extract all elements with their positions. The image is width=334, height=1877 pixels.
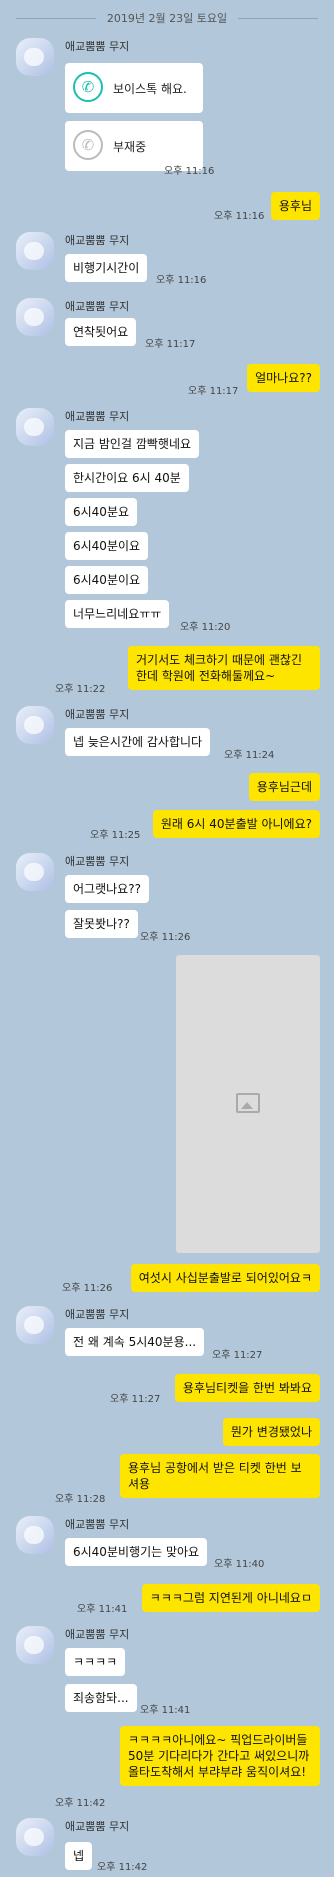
- incoming-message[interactable]: 비행기시간이: [65, 254, 148, 282]
- chat-window: 2019년 2월 23일 토요일 애교뿜뿜 무지 ✆ 보이스톡 해요. ✆ 부재…: [0, 0, 334, 1877]
- outgoing-message[interactable]: ㅋㅋㅋ그럼 지연된게 아니네요ㅁ: [141, 1584, 320, 1612]
- sender-name: 애교뿜뿜 무지: [65, 1308, 130, 1321]
- incoming-message[interactable]: 어그랫나요??: [65, 875, 149, 903]
- message-time: 오후 11:17: [145, 339, 196, 350]
- message-time: 오후 11:42: [97, 1862, 148, 1873]
- incoming-message[interactable]: 넵 늦은시간에 감사합니다: [65, 728, 211, 756]
- avatar[interactable]: [16, 1306, 54, 1344]
- avatar[interactable]: [16, 1516, 54, 1554]
- outgoing-message[interactable]: ㅋㅋㅋㅋ아니에요~ 픽업드라이버들 50분 기다리다가 간다고 써있으니까 올타…: [120, 1726, 320, 1786]
- avatar[interactable]: [16, 1818, 54, 1856]
- message-time: 오후 11:27: [110, 1394, 161, 1405]
- message-time: 오후 11:28: [55, 1494, 106, 1505]
- message-time: 오후 11:20: [180, 622, 231, 633]
- avatar[interactable]: [16, 298, 54, 336]
- incoming-message[interactable]: ㅋㅋㅋㅋ: [65, 1648, 126, 1676]
- sender-name: 애교뿜뿜 무지: [65, 1518, 130, 1531]
- incoming-message[interactable]: 한시간이요 6시 40분: [65, 464, 189, 492]
- message-time: 오후 11:42: [55, 1798, 106, 1809]
- avatar[interactable]: [16, 1626, 54, 1664]
- sender-name: 애교뿜뿜 무지: [65, 410, 130, 423]
- outgoing-message[interactable]: 얼마나요??: [247, 364, 320, 392]
- sender-name: 애교뿜뿜 무지: [65, 234, 130, 247]
- incoming-message[interactable]: 잘못봣나??: [65, 910, 138, 938]
- incoming-message[interactable]: 6시40분요: [65, 498, 138, 526]
- avatar[interactable]: [16, 853, 54, 891]
- message-time: 오후 11:41: [77, 1604, 128, 1615]
- incoming-message[interactable]: 죄송함돠...: [65, 1684, 137, 1712]
- message-time: 오후 11:25: [90, 830, 141, 841]
- outgoing-message[interactable]: 용후님 공항에서 받은 티켓 한번 보셔용: [120, 1454, 320, 1498]
- missed-phone-icon: ✆: [73, 130, 103, 160]
- sender-name: 애교뿜뿜 무지: [65, 1628, 130, 1641]
- avatar[interactable]: [16, 232, 54, 270]
- avatar[interactable]: [16, 38, 54, 76]
- image-placeholder-icon: [236, 1093, 260, 1113]
- message-time: 오후 11:16: [214, 211, 265, 222]
- phone-icon: ✆: [73, 72, 103, 102]
- incoming-message[interactable]: 너무느리네요ㅠㅠ: [65, 600, 170, 628]
- outgoing-message[interactable]: 용후님: [270, 192, 320, 220]
- message-time: 오후 11:16: [164, 166, 215, 177]
- message-time: 오후 11:22: [55, 684, 106, 695]
- incoming-message[interactable]: 넵: [65, 1842, 93, 1870]
- sender-name: 애교뿜뿜 무지: [65, 708, 130, 721]
- outgoing-message[interactable]: 원래 6시 40분출발 아니에요?: [152, 810, 320, 838]
- incoming-message[interactable]: 지금 밤인걸 깜빡햇네요: [65, 430, 200, 458]
- incoming-message[interactable]: 6시40분비행기는 맞아요: [65, 1538, 208, 1566]
- avatar[interactable]: [16, 408, 54, 446]
- incoming-message[interactable]: 6시40분이요: [65, 532, 149, 560]
- avatar[interactable]: [16, 706, 54, 744]
- message-time: 오후 11:16: [156, 275, 207, 286]
- incoming-message[interactable]: 전 왜 계속 5시40분용...: [65, 1328, 205, 1356]
- sender-name: 애교뿜뿜 무지: [65, 300, 130, 313]
- outgoing-message[interactable]: 용후님근데: [248, 773, 320, 801]
- image-message[interactable]: [176, 955, 320, 1253]
- message-time: 오후 11:41: [140, 1705, 191, 1716]
- incoming-message[interactable]: 연착됫어요: [65, 318, 137, 346]
- outgoing-message[interactable]: 용후님티켓을 한번 봐봐요: [174, 1374, 320, 1402]
- outgoing-message[interactable]: 뭔가 변경됐었나: [222, 1418, 320, 1446]
- incoming-message[interactable]: 6시40분이요: [65, 566, 149, 594]
- sender-name: 애교뿜뿜 무지: [65, 40, 130, 53]
- outgoing-message[interactable]: 여섯시 사십분출발로 되어있어요ㅋ: [130, 1264, 320, 1292]
- date-separator: 2019년 2월 23일 토요일: [0, 8, 334, 28]
- sender-name: 애교뿜뿜 무지: [65, 855, 130, 868]
- message-time: 오후 11:17: [188, 386, 239, 397]
- sender-name: 애교뿜뿜 무지: [65, 1820, 130, 1833]
- message-time: 오후 11:26: [62, 1283, 113, 1294]
- message-time: 오후 11:40: [214, 1559, 265, 1570]
- message-time: 오후 11:27: [212, 1350, 263, 1361]
- message-time: 오후 11:26: [140, 932, 191, 943]
- outgoing-message[interactable]: 거기서도 체크하기 때문에 괜찮긴한데 학원에 전화해둘께요~: [128, 646, 320, 690]
- message-time: 오후 11:24: [224, 750, 275, 761]
- voice-call-bubble[interactable]: ✆ 보이스톡 해요.: [65, 63, 203, 113]
